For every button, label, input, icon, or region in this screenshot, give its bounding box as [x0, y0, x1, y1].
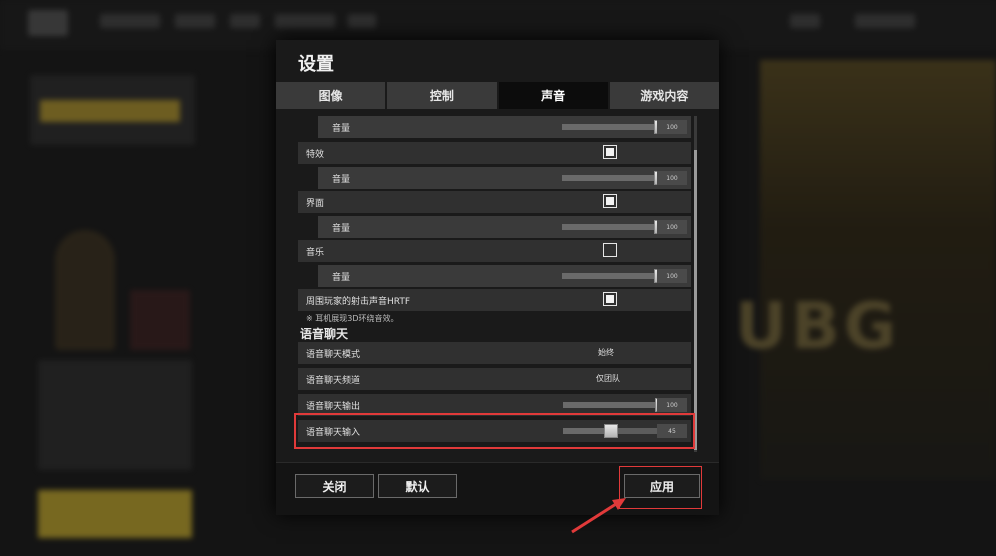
tab-controls[interactable]: 控制 [387, 82, 497, 109]
volume-label: 音量 [332, 123, 351, 134]
ui-volume-value[interactable]: 100 [657, 220, 687, 234]
volume-label: 音量 [332, 223, 351, 234]
volume-row-top: 音量 100 [318, 116, 691, 138]
game-logo [28, 10, 68, 36]
slider-fill [562, 273, 661, 279]
hrtf-note: ※ 耳机展现3D环绕音效。 [306, 314, 399, 323]
slider-fill [562, 175, 661, 181]
hrtf-checkbox[interactable] [603, 292, 617, 306]
ui-label: 界面 [306, 198, 325, 209]
pointer-arrow-icon [571, 498, 626, 534]
ui-checkbox[interactable] [603, 194, 617, 208]
voice-chat-mode-label: 语音聊天模式 [306, 349, 361, 360]
hrtf-label: 周围玩家的射击声音HRTF [306, 296, 411, 307]
slider-fill [562, 124, 661, 130]
effects-volume-value[interactable]: 100 [657, 171, 687, 185]
music-checkbox[interactable] [603, 243, 617, 257]
music-volume-value[interactable]: 100 [657, 269, 687, 283]
voice-chat-input-slider[interactable] [563, 424, 669, 438]
apply-highlight-box [619, 466, 702, 509]
voice-chat-heading: 语音聊天 [300, 327, 349, 341]
close-button[interactable]: 关闭 [295, 474, 374, 498]
ui-row: 界面 [298, 191, 691, 213]
lobby-character [55, 230, 115, 350]
sound-settings-list: 音量 100 特效 音量 100 界面 音量 100 音乐 音量 100 周围玩… [276, 109, 719, 455]
effects-row: 特效 [298, 142, 691, 164]
ui-volume-row: 音量 100 [318, 216, 691, 238]
check-mark-icon [606, 295, 614, 303]
effects-label: 特效 [306, 149, 325, 160]
lobby-menu-panel [38, 360, 192, 470]
tab-gameplay[interactable]: 游戏内容 [609, 82, 719, 109]
music-volume-slider[interactable] [562, 269, 668, 283]
effects-volume-slider[interactable] [562, 171, 668, 185]
voice-chat-input-row: 语音聊天输入 45 [298, 420, 691, 442]
lobby-nav-item [175, 14, 215, 28]
voice-chat-input-value[interactable]: 45 [657, 424, 687, 438]
music-row: 音乐 [298, 240, 691, 262]
lobby-nav-item [275, 14, 335, 28]
volume-slider[interactable] [562, 120, 668, 134]
check-mark-icon [606, 148, 614, 156]
voice-chat-output-row: 语音聊天输出 100 [298, 394, 691, 416]
volume-value[interactable]: 100 [657, 120, 687, 134]
music-volume-row: 音量 100 [318, 265, 691, 287]
voice-chat-channel-value[interactable]: 仅团队 [596, 373, 620, 384]
music-label: 音乐 [306, 247, 325, 258]
voice-chat-output-value[interactable]: 100 [657, 398, 687, 412]
default-button[interactable]: 默认 [378, 474, 457, 498]
volume-label: 音量 [332, 174, 351, 185]
effects-volume-row: 音量 100 [318, 167, 691, 189]
lobby-nav-item [100, 14, 160, 28]
tab-sound[interactable]: 声音 [498, 82, 608, 109]
effects-checkbox[interactable] [603, 145, 617, 159]
settings-dialog: 设置 图像 控制 声音 游戏内容 音量 100 特效 音量 100 界面 音量 … [276, 40, 719, 515]
voice-chat-channel-label: 语音聊天频道 [306, 375, 361, 386]
lobby-currency [790, 14, 820, 28]
tab-graphics[interactable]: 图像 [276, 82, 386, 109]
lobby-currency [855, 14, 915, 28]
pubg-poster-logo: UBG [735, 290, 901, 364]
lobby-nav-item [348, 14, 376, 28]
voice-chat-mode-value[interactable]: 始终 [598, 347, 614, 358]
ui-volume-slider[interactable] [562, 220, 668, 234]
slider-fill [562, 224, 661, 230]
voice-chat-output-slider[interactable] [563, 398, 669, 412]
lobby-thumbnail [130, 290, 190, 350]
lobby-start-button [38, 490, 192, 538]
lobby-banner-gold [40, 100, 180, 122]
settings-tabs: 图像 控制 声音 游戏内容 [276, 82, 719, 109]
lobby-nav-item [230, 14, 260, 28]
voice-chat-channel-row[interactable]: 语音聊天频道 仅团队 [298, 368, 691, 390]
scrollbar-thumb[interactable] [694, 150, 697, 450]
pubg-poster [760, 60, 996, 480]
dialog-title: 设置 [298, 54, 334, 75]
voice-chat-output-label: 语音聊天输出 [306, 401, 361, 412]
voice-chat-input-label: 语音聊天输入 [306, 427, 361, 438]
volume-label: 音量 [332, 272, 351, 283]
check-mark-icon [606, 197, 614, 205]
hrtf-row: 周围玩家的射击声音HRTF [298, 289, 691, 311]
voice-chat-mode-row[interactable]: 语音聊天模式 始终 [298, 342, 691, 364]
slider-fill [563, 402, 662, 408]
slider-thumb[interactable] [603, 424, 618, 438]
